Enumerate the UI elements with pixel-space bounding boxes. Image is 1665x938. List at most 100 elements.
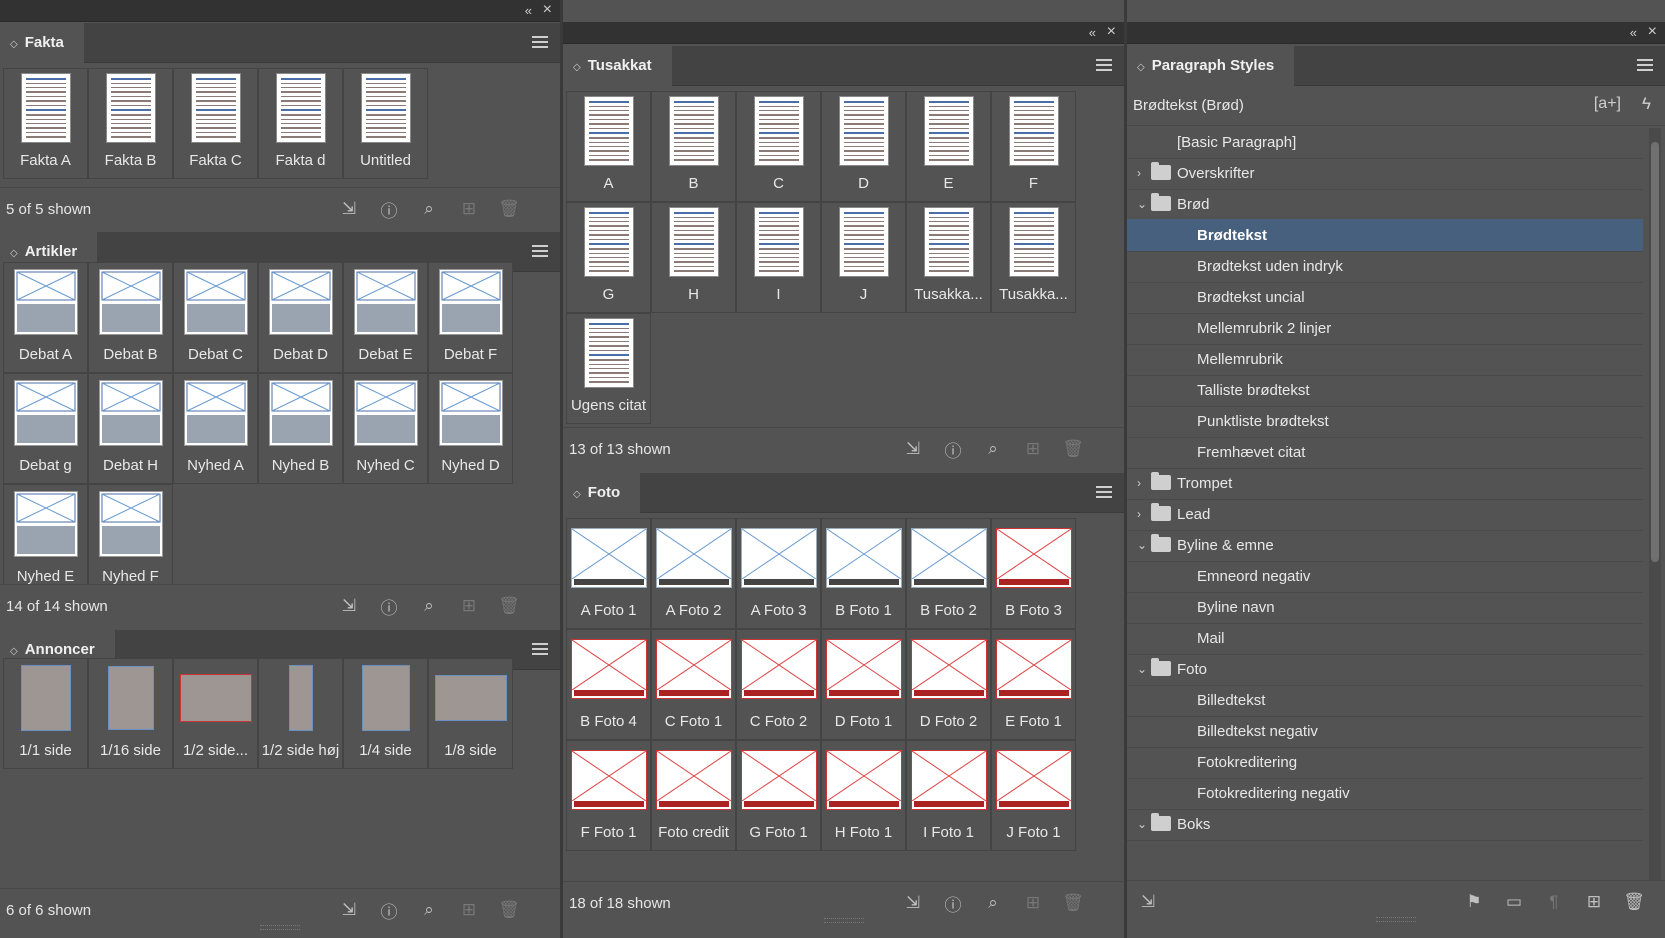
style-item[interactable]: Fremhævet citat	[1127, 436, 1643, 469]
library-item[interactable]: Debat F	[428, 262, 513, 373]
search-icon[interactable]: ⌕	[418, 899, 440, 921]
style-item[interactable]: Byline navn	[1127, 591, 1643, 624]
library-item[interactable]: Fakta B	[88, 68, 173, 179]
tab-paragraph-styles[interactable]: ◇ Paragraph Styles	[1127, 46, 1295, 86]
library-item[interactable]: Fakta d	[258, 68, 343, 179]
collapse-icon[interactable]: «	[525, 3, 532, 18]
library-item[interactable]: A Foto 3	[736, 518, 821, 629]
library-item[interactable]: Nyhed B	[258, 373, 343, 484]
library-item[interactable]: B Foto 1	[821, 518, 906, 629]
new-item-icon[interactable]: ⊞	[1022, 892, 1044, 914]
library-item[interactable]: Tusakka...	[906, 202, 991, 313]
library-item[interactable]: Debat B	[88, 262, 173, 373]
panel-menu-icon[interactable]	[1637, 59, 1653, 71]
library-item[interactable]: Fakta C	[173, 68, 258, 179]
trash-icon[interactable]: 🗑	[498, 198, 520, 220]
library-item[interactable]: Debat C	[173, 262, 258, 373]
scrollbar-thumb[interactable]	[1651, 142, 1659, 562]
style-group[interactable]: › Lead	[1127, 498, 1643, 531]
trash-icon[interactable]: 🗑	[498, 595, 520, 617]
resize-grip[interactable]	[260, 925, 300, 930]
info-icon[interactable]: ⓘ	[378, 198, 400, 221]
place-icon[interactable]: ⇲	[902, 438, 924, 460]
new-item-icon[interactable]: ⊞	[458, 899, 480, 921]
tab-tusakkat[interactable]: ◇ Tusakkat	[563, 46, 672, 86]
library-item[interactable]: A Foto 1	[566, 518, 651, 629]
style-group[interactable]: ⌄ Boks	[1127, 808, 1643, 841]
search-icon[interactable]: ⌕	[418, 198, 440, 220]
library-item[interactable]: A	[566, 91, 651, 202]
info-icon[interactable]: ⓘ	[378, 595, 400, 618]
style-item[interactable]: Billedtekst negativ	[1127, 715, 1643, 748]
clear-overrides-icon[interactable]: ¶	[1543, 891, 1565, 913]
style-item[interactable]: Mail	[1127, 622, 1643, 655]
resize-grip[interactable]	[823, 918, 864, 923]
search-icon[interactable]: ⌕	[418, 595, 440, 617]
trash-icon[interactable]: 🗑	[1062, 892, 1084, 914]
library-item[interactable]: Debat H	[88, 373, 173, 484]
chevron-icon[interactable]: ⌄	[1137, 529, 1147, 562]
library-item[interactable]: G Foto 1	[736, 740, 821, 851]
library-item[interactable]: I Foto 1	[906, 740, 991, 851]
library-item[interactable]: D Foto 1	[821, 629, 906, 740]
library-item[interactable]: Nyhed F	[88, 484, 173, 595]
library-item[interactable]: D	[821, 91, 906, 202]
chevron-icon[interactable]: ⌄	[1137, 188, 1147, 221]
panel-menu-icon[interactable]	[1096, 486, 1112, 498]
library-item[interactable]: Ugens citat	[566, 313, 651, 424]
place-icon[interactable]: ⇲	[338, 595, 360, 617]
style-item[interactable]: Fotokreditering	[1127, 746, 1643, 779]
new-item-icon[interactable]: ⊞	[1022, 438, 1044, 460]
library-item[interactable]: Debat D	[258, 262, 343, 373]
close-icon[interactable]: ×	[1648, 23, 1657, 41]
library-item[interactable]: 1/8 side	[428, 658, 513, 769]
library-item[interactable]: B	[651, 91, 736, 202]
library-item[interactable]: 1/4 side	[343, 658, 428, 769]
library-item[interactable]: E	[906, 91, 991, 202]
library-item[interactable]: H	[651, 202, 736, 313]
style-item[interactable]: Emneord negativ	[1127, 560, 1643, 593]
library-item[interactable]: C	[736, 91, 821, 202]
trash-icon[interactable]: 🗑	[1623, 891, 1645, 913]
style-group[interactable]: ⌄ Foto	[1127, 653, 1643, 686]
library-item[interactable]: C Foto 2	[736, 629, 821, 740]
chevron-icon[interactable]: ⌄	[1137, 808, 1147, 841]
style-item[interactable]: Mellemrubrik 2 linjer	[1127, 312, 1643, 345]
tab-foto[interactable]: ◇ Foto	[563, 473, 641, 513]
style-item[interactable]: Fotokreditering negativ	[1127, 777, 1643, 810]
style-item[interactable]: Brødtekst uden indryk	[1127, 250, 1643, 283]
library-item[interactable]: Untitled	[343, 68, 428, 179]
library-item[interactable]: B Foto 4	[566, 629, 651, 740]
library-item[interactable]: D Foto 2	[906, 629, 991, 740]
library-item[interactable]: J	[821, 202, 906, 313]
chevron-icon[interactable]: ⌄	[1137, 653, 1147, 686]
info-icon[interactable]: ⓘ	[942, 438, 964, 461]
library-item[interactable]: Debat E	[343, 262, 428, 373]
close-icon[interactable]: ×	[1107, 23, 1116, 41]
library-item[interactable]: H Foto 1	[821, 740, 906, 851]
panel-menu-icon[interactable]	[532, 245, 548, 257]
style-group[interactable]: ⌄ Byline & emne	[1127, 529, 1643, 562]
new-style-icon[interactable]: ⊞	[1583, 891, 1605, 913]
style-group[interactable]: › Overskrifter	[1127, 157, 1643, 190]
style-item[interactable]: Mellemrubrik	[1127, 343, 1643, 376]
new-item-icon[interactable]: ⊞	[458, 595, 480, 617]
style-group[interactable]: › Trompet	[1127, 467, 1643, 500]
load-styles-icon[interactable]: ⇲	[1137, 891, 1159, 913]
scrollbar[interactable]	[1649, 128, 1661, 880]
new-item-icon[interactable]: ⊞	[458, 198, 480, 220]
close-icon[interactable]: ×	[543, 1, 552, 19]
collapse-icon[interactable]: «	[1630, 25, 1637, 40]
chevron-icon[interactable]: ›	[1137, 498, 1141, 531]
panel-menu-icon[interactable]	[532, 36, 548, 48]
panel-menu-icon[interactable]	[532, 643, 548, 655]
style-item[interactable]: Punktliste brødtekst	[1127, 405, 1643, 438]
library-item[interactable]: B Foto 3	[991, 518, 1076, 629]
library-item[interactable]: I	[736, 202, 821, 313]
library-item[interactable]: 1/16 side	[88, 658, 173, 769]
info-icon[interactable]: ⓘ	[378, 899, 400, 922]
library-item[interactable]: E Foto 1	[991, 629, 1076, 740]
quick-apply-icon[interactable]: ϟ	[1642, 94, 1651, 114]
library-item[interactable]: G	[566, 202, 651, 313]
style-item[interactable]: Brødtekst	[1127, 219, 1643, 252]
